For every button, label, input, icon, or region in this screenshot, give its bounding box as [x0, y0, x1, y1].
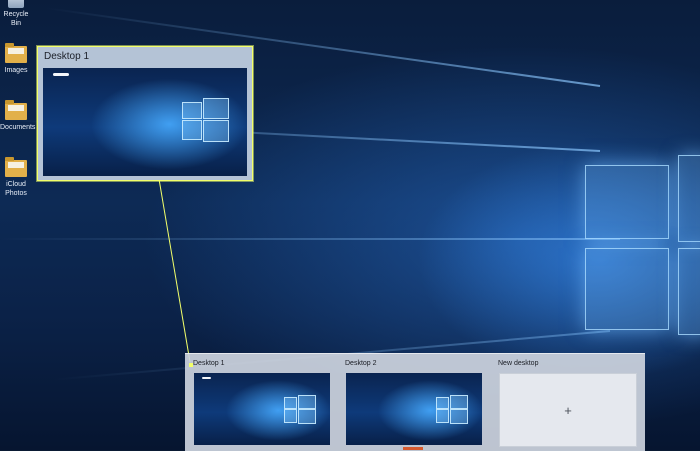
new-desktop-button[interactable]: New desktop + — [498, 354, 638, 451]
desktop-thumbnail — [346, 373, 482, 445]
task-view-desktop-1[interactable]: Desktop 1 — [189, 354, 331, 451]
desktop-label: Desktop 1 — [193, 360, 225, 367]
task-view-desktop-2[interactable]: Desktop 2 — [345, 354, 483, 451]
desktop-preview-callout: Desktop 1 — [37, 46, 253, 181]
plus-icon: + — [564, 402, 572, 418]
desktop-label: Desktop 2 — [345, 360, 377, 367]
preview-title: Desktop 1 — [44, 51, 90, 62]
task-view-bar: Desktop 1 Desktop 2 New desktop + — [185, 353, 645, 451]
new-desktop-tile[interactable]: + — [499, 373, 637, 447]
preview-thumbnail — [43, 68, 247, 176]
desktop-thumbnail — [194, 373, 330, 445]
new-desktop-label: New desktop — [498, 360, 539, 367]
